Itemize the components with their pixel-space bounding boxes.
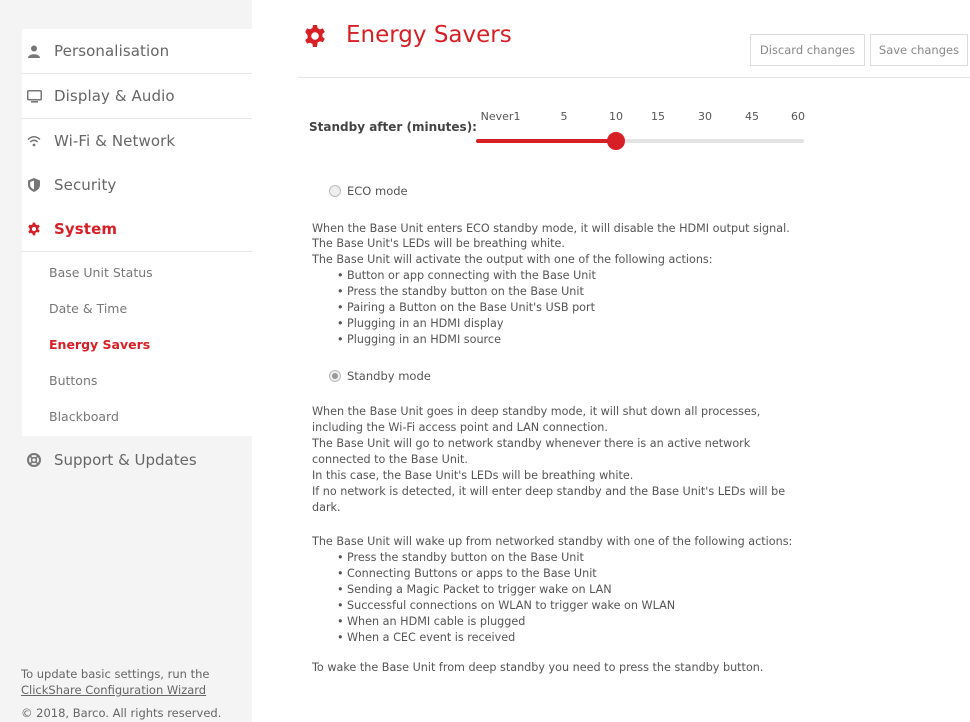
list-item: Pairing a Button on the Base Unit's USB … <box>337 300 595 316</box>
sidebar-item-system[interactable]: System <box>22 207 252 252</box>
sidebar-item-label: Personalisation <box>54 42 170 60</box>
header-divider <box>298 77 970 78</box>
list-item: Successful connections on WLAN to trigge… <box>337 598 675 614</box>
eco-text-line: When the Base Unit enters ECO standby mo… <box>312 222 790 235</box>
sidebar-item-label: Wi-Fi & Network <box>54 132 176 150</box>
eco-mode-label: ECO mode <box>347 184 408 198</box>
wifi-icon <box>26 133 42 149</box>
list-item: Plugging in an HDMI source <box>337 332 501 348</box>
page-title: Energy Savers <box>346 22 512 48</box>
radio-button[interactable] <box>329 185 341 197</box>
standby-tick-label[interactable]: 60 <box>791 110 805 123</box>
save-changes-button[interactable]: Save changes <box>870 34 968 66</box>
copyright: © 2018, Barco. All rights reserved. <box>21 706 222 720</box>
list-item: Connecting Buttons or apps to the Base U… <box>337 566 597 582</box>
subnav-item-buttons[interactable]: Buttons <box>49 373 97 388</box>
sidebar: Personalisation Display & Audio Wi-Fi & … <box>0 0 252 722</box>
list-item: Press the standby button on the Base Uni… <box>337 284 584 300</box>
standby-tick-label[interactable]: 1 <box>514 110 521 123</box>
subnav-item-energy-savers[interactable]: Energy Savers <box>49 337 150 352</box>
standby-text-line: The Base Unit will go to network standby… <box>312 437 751 450</box>
standby-text-line: In this case, the Base Unit's LEDs will … <box>312 469 634 482</box>
wake-intro: The Base Unit will wake up from networke… <box>312 535 793 548</box>
list-item: When a CEC event is received <box>337 630 515 646</box>
standby-label: Standby after (minutes): <box>309 120 477 134</box>
standby-tick-label[interactable]: 15 <box>651 110 665 123</box>
standby-text-line: connected to the Base Unit. <box>312 453 468 466</box>
subnav-item-base-unit-status[interactable]: Base Unit Status <box>49 265 153 280</box>
gear-icon <box>303 24 327 48</box>
standby-text-line: including the Wi-Fi access point and LAN… <box>312 421 608 434</box>
standby-tick-label[interactable]: 5 <box>561 110 568 123</box>
sidebar-item-support-updates[interactable]: Support & Updates <box>22 440 252 480</box>
standby-text-line: dark. <box>312 501 341 514</box>
sidebar-item-label: Display & Audio <box>54 87 175 105</box>
eco-text-line: The Base Unit's LEDs will be breathing w… <box>312 237 565 250</box>
standby-slider-fill <box>476 139 616 143</box>
system-subnav: Base Unit Status Date & Time Energy Save… <box>22 252 252 436</box>
person-icon <box>26 43 42 59</box>
standby-tick-label[interactable]: Never <box>481 110 514 123</box>
gear-icon <box>26 221 42 237</box>
wake-footer-note: To wake the Base Unit from deep standby … <box>312 661 764 674</box>
sidebar-item-display-audio[interactable]: Display & Audio <box>22 74 252 119</box>
standby-text-line: If no network is detected, it will enter… <box>312 485 786 498</box>
list-item: Press the standby button on the Base Uni… <box>337 550 584 566</box>
list-item: When an HDMI cable is plugged <box>337 614 525 630</box>
radio-button[interactable] <box>329 370 341 382</box>
sidebar-item-label: Support & Updates <box>54 451 197 469</box>
standby-mode-radio[interactable]: Standby mode <box>329 369 431 383</box>
eco-mode-radio[interactable]: ECO mode <box>329 184 408 198</box>
list-item: Sending a Magic Packet to trigger wake o… <box>337 582 612 598</box>
sidebar-item-security[interactable]: Security <box>22 163 252 208</box>
list-item: Plugging in an HDMI display <box>337 316 504 332</box>
sidebar-item-wifi-network[interactable]: Wi-Fi & Network <box>22 119 252 164</box>
list-item: Button or app connecting with the Base U… <box>337 268 596 284</box>
standby-mode-label: Standby mode <box>347 369 431 383</box>
standby-slider-handle[interactable] <box>607 132 625 150</box>
standby-tick-label[interactable]: 30 <box>698 110 712 123</box>
shield-icon <box>26 177 42 193</box>
monitor-icon <box>26 88 42 104</box>
configuration-wizard-link[interactable]: ClickShare Configuration Wizard <box>21 683 206 697</box>
discard-changes-button[interactable]: Discard changes <box>750 34 865 66</box>
footer-hint: To update basic settings, run the <box>21 667 210 681</box>
eco-text-line: The Base Unit will activate the output w… <box>312 253 713 266</box>
sidebar-item-personalisation[interactable]: Personalisation <box>22 29 252 74</box>
sidebar-item-label: Security <box>54 176 117 194</box>
standby-text-line: When the Base Unit goes in deep standby … <box>312 405 761 418</box>
standby-tick-label[interactable]: 45 <box>745 110 759 123</box>
subnav-item-date-time[interactable]: Date & Time <box>49 301 127 316</box>
sidebar-item-label: System <box>54 220 118 238</box>
lifebuoy-icon <box>26 452 42 468</box>
subnav-item-blackboard[interactable]: Blackboard <box>49 409 119 424</box>
standby-tick-label[interactable]: 10 <box>609 110 623 123</box>
